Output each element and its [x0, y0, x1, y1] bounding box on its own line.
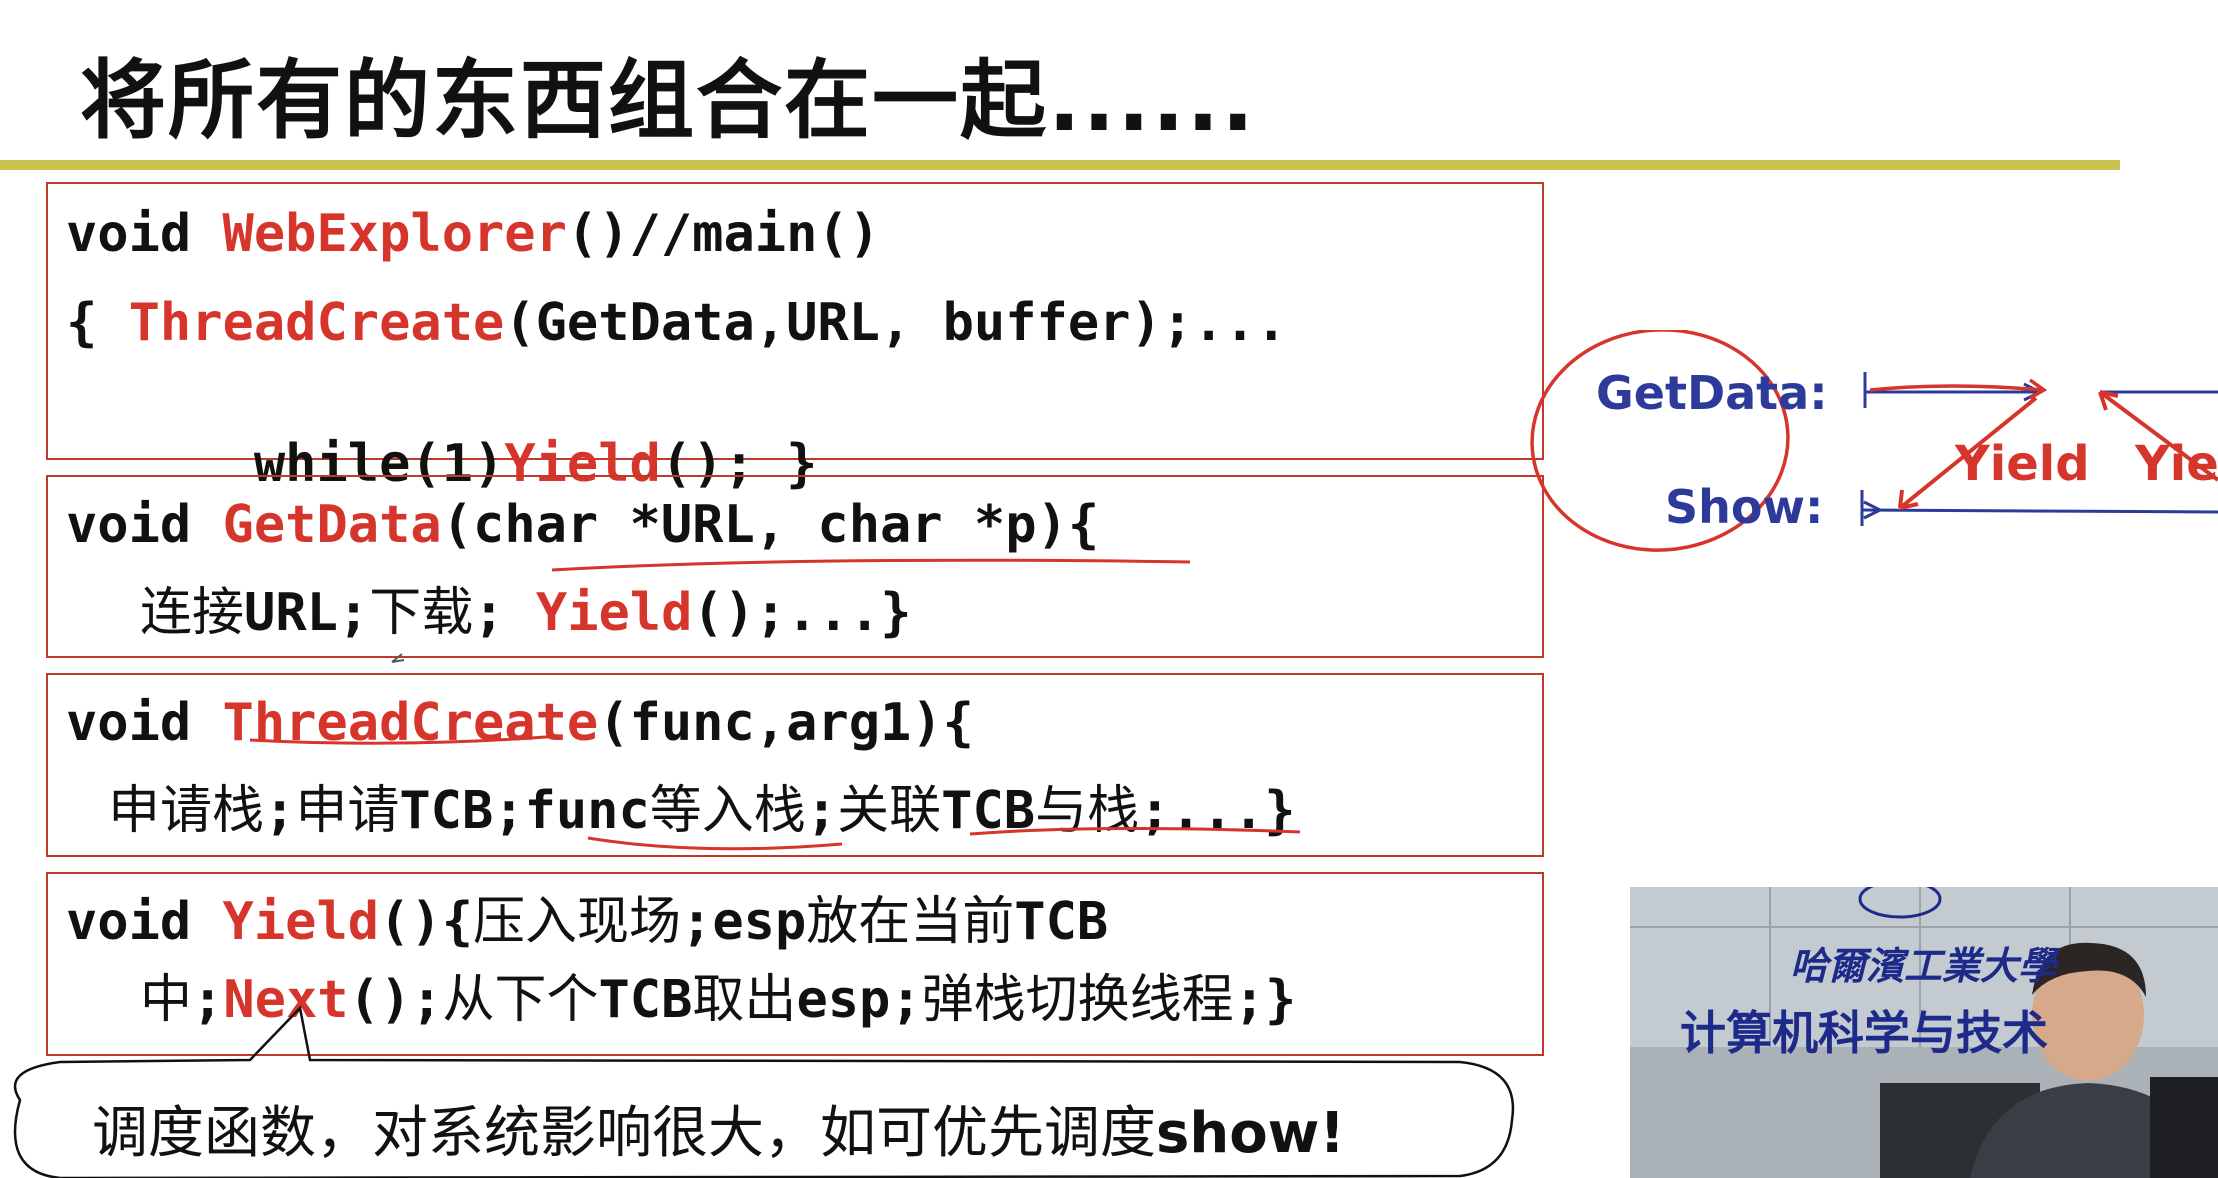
red-arrow-getdata	[1869, 378, 2048, 400]
code-comment-cn: 从下个	[442, 970, 599, 1030]
slide-title: 将所有的东西组合在一起......	[80, 51, 1257, 151]
code-comment-cn: 申请	[295, 781, 400, 841]
code-function-name: Yield	[222, 892, 380, 952]
code-line: void Yield(){压入现场;esp放在当前TCB	[66, 896, 1108, 948]
code-text: URL;	[244, 583, 370, 643]
code-keyword: void	[66, 892, 223, 952]
code-line: { ThreadCreate(GetData,URL, buffer);...	[66, 297, 1287, 349]
code-text: ;	[264, 781, 296, 841]
code-text: TCB;func	[399, 781, 650, 841]
code-comment-cn: 中	[140, 970, 193, 1030]
code-function-name: WebExplorer	[222, 204, 567, 264]
code-text: (GetData,URL, buffer);...	[504, 293, 1287, 353]
laptop	[2150, 1077, 2218, 1178]
code-function-name: ThreadCreate	[222, 693, 599, 753]
show-timeline	[1861, 508, 2218, 514]
code-text: ;...}	[1139, 781, 1296, 841]
code-keyword: void	[66, 204, 223, 264]
code-box-getdata: void GetData(char *URL, char *p){ 连接URL;…	[46, 475, 1544, 658]
code-line: void GetData(char *URL, char *p){	[66, 499, 1099, 551]
code-text: ;}	[1233, 970, 1297, 1030]
code-comment-cn: 取出	[692, 970, 797, 1030]
code-text: TCB	[598, 970, 693, 1030]
code-text: (){	[379, 892, 474, 952]
code-box-threadcreate: void ThreadCreate(func,arg1){ 申请栈;申请TCB;…	[46, 673, 1544, 857]
code-comment-cn: 下载	[369, 583, 474, 643]
code-text: (func,arg1){	[598, 693, 974, 753]
code-box-yield: void Yield(){压入现场;esp放在当前TCB 中;Next();从下…	[46, 872, 1544, 1056]
callout-message: 调度函数，对系统影响很大，如可优先调度	[92, 1101, 1156, 1166]
code-line: 中;Next();从下个TCB取出esp;弹栈切换线程;}	[140, 974, 1296, 1026]
code-text: ;	[192, 970, 224, 1030]
code-keyword: void	[66, 693, 223, 753]
code-text: TCB	[1014, 892, 1109, 952]
thread-switch-diagram: GetData: Show: Yield Yie	[1530, 330, 2218, 570]
title-rule	[0, 160, 2120, 170]
code-comment-cn: 与栈	[1035, 781, 1140, 841]
callout-emphasis: show!	[1156, 1101, 1345, 1166]
code-text: ;	[805, 781, 838, 841]
code-function-name: ThreadCreate	[128, 293, 505, 353]
code-function-name: Yield	[535, 583, 693, 643]
code-text: ();	[348, 970, 443, 1030]
code-text: ;esp	[681, 892, 807, 952]
video-university: 哈爾濱工業大學	[1790, 943, 2057, 988]
code-comment-cn: 连接	[140, 583, 245, 643]
code-text: (char *URL, char *p){	[441, 495, 1100, 555]
code-text: TCB	[941, 781, 1036, 841]
code-box-webexplorer: void WebExplorer()//main() { ThreadCreat…	[46, 182, 1544, 490]
code-comment-cn: 放在当前	[806, 892, 1015, 952]
code-comment-cn: 关联	[837, 781, 942, 841]
code-line: void WebExplorer()//main()	[66, 208, 880, 260]
label-yield: Yield	[1955, 436, 2090, 492]
code-comment-cn: 弹栈切换线程	[921, 970, 1234, 1030]
code-keyword: void	[66, 495, 223, 555]
video-department: 计算机科学与技术	[1680, 1006, 2048, 1060]
code-text: ;	[473, 583, 536, 643]
label-getdata: GetData:	[1596, 366, 1828, 420]
lecturer-video: 哈爾濱工業大學 计算机科学与技术	[1630, 887, 2218, 1178]
label-yield-cut: Yie	[2135, 436, 2218, 492]
code-line: 申请栈;申请TCB;func等入栈;关联TCB与栈;...}	[108, 785, 1296, 837]
code-comment-cn: 压入现场	[473, 892, 682, 952]
label-show: Show:	[1665, 480, 1824, 534]
code-function-name: Next	[223, 970, 349, 1030]
code-comment-cn: 申请栈	[108, 781, 265, 841]
callout-text: 调度函数，对系统影响很大，如可优先调度show!	[92, 1088, 1345, 1169]
code-text: ()//main()	[566, 204, 880, 264]
code-text: ();...}	[692, 583, 912, 643]
code-text: {	[66, 293, 129, 353]
code-comment-cn: 等入栈	[649, 781, 806, 841]
code-line: void ThreadCreate(func,arg1){	[66, 697, 974, 749]
code-line: 连接URL;下载; Yield();...}	[140, 587, 912, 639]
code-text: esp;	[796, 970, 922, 1030]
code-function-name: GetData	[222, 495, 442, 555]
